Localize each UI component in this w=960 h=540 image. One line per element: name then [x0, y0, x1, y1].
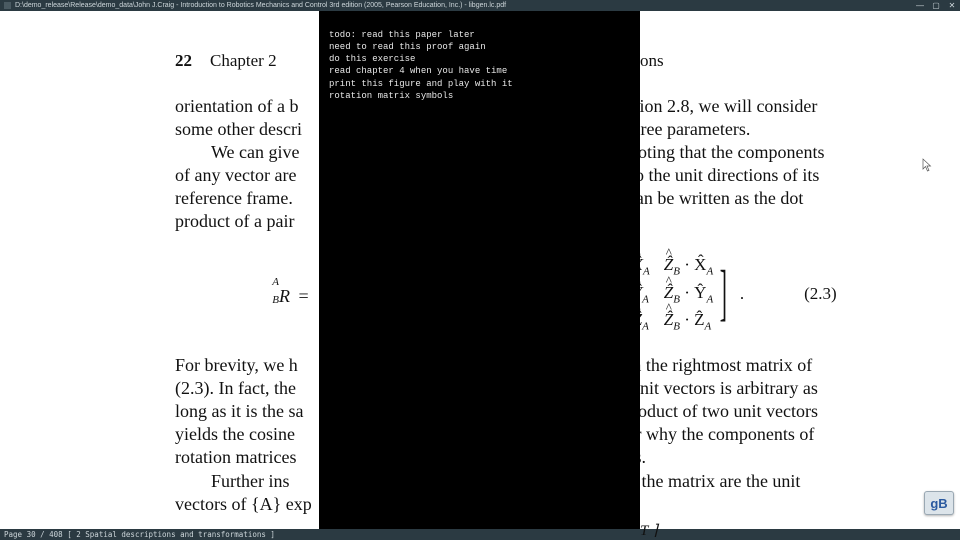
note-line: need to read this proof again [329, 41, 630, 53]
chapter-label: Chapter 2 [210, 51, 277, 71]
window-titlebar: D:\demo_release\Release\demo_data\John J… [0, 0, 960, 11]
notes-overlay[interactable]: todo: read this paper later need to read… [319, 11, 640, 529]
section-tail: ons [640, 51, 664, 71]
window-controls: — ▢ ✕ [916, 2, 956, 10]
workspace: 22 Chapter 2 ons orientation of a bectio… [0, 11, 960, 529]
note-line: rotation matrix symbols [329, 90, 630, 102]
equation-tail: T ⌉ [640, 521, 658, 540]
close-button[interactable]: ✕ [948, 2, 956, 10]
note-line: do this exercise [329, 53, 630, 65]
maximize-button[interactable]: ▢ [932, 2, 940, 10]
window-title: D:\demo_release\Release\demo_data\John J… [15, 2, 506, 9]
status-page-info: Page 30 / 408 [ 2 Spatial descriptions a… [4, 530, 275, 539]
note-line: print this figure and play with it [329, 78, 630, 90]
minimize-button[interactable]: — [916, 2, 924, 10]
note-line: todo: read this paper later [329, 29, 630, 41]
app-icon [4, 2, 11, 9]
note-line: read chapter 4 when you have time [329, 65, 630, 77]
equation-number: (2.3) [804, 284, 837, 304]
app-logo-badge: gB [924, 491, 954, 515]
status-bar: Page 30 / 408 [ 2 Spatial descriptions a… [0, 529, 960, 540]
page-number: 22 [175, 51, 192, 71]
